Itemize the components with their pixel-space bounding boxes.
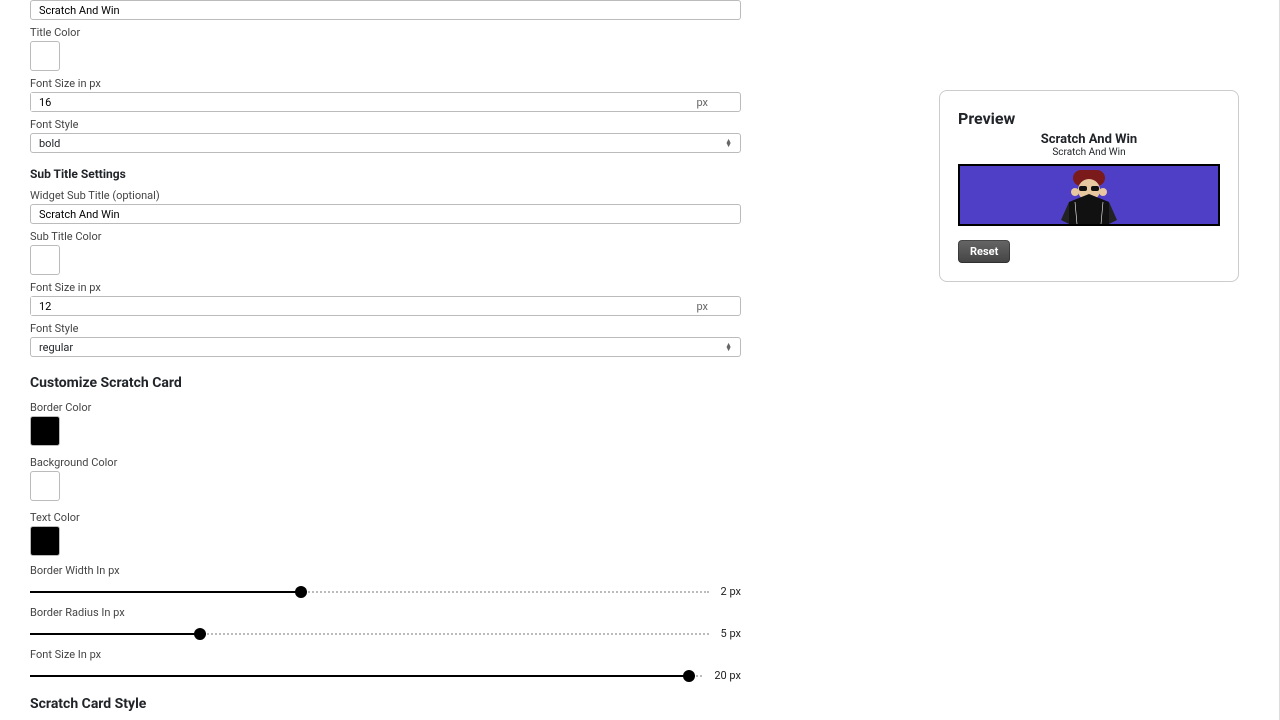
scratch-artwork-icon xyxy=(1039,164,1139,224)
widget-title-input[interactable] xyxy=(30,0,741,20)
border-color-label: Border Color xyxy=(30,401,889,414)
subtitle-font-style-label: Font Style xyxy=(30,322,889,335)
title-font-style-select[interactable]: bold ▲▼ xyxy=(30,133,741,153)
border-radius-slider[interactable] xyxy=(30,633,709,635)
title-font-style-value: bold xyxy=(31,137,740,150)
card-font-size-label: Font Size In px xyxy=(30,648,741,661)
slider-thumb[interactable] xyxy=(194,628,206,640)
title-font-size-input-wrap: px xyxy=(30,92,741,112)
border-width-label: Border Width In px xyxy=(30,564,741,577)
title-font-size-label: Font Size in px xyxy=(30,77,889,90)
subtitle-font-style-select[interactable]: regular ▲▼ xyxy=(30,337,741,357)
preview-canvas xyxy=(958,164,1220,226)
subtitle-font-size-input-wrap: px xyxy=(30,296,741,316)
widget-subtitle-input[interactable] xyxy=(30,204,741,224)
scratch-style-heading: Scratch Card Style xyxy=(30,696,889,712)
card-font-size-slider[interactable] xyxy=(30,675,702,677)
select-chevrons-icon: ▲▼ xyxy=(725,343,732,351)
subtitle-color-swatch[interactable] xyxy=(30,245,60,275)
px-suffix: px xyxy=(696,96,740,109)
border-radius-value: 5 px xyxy=(721,627,741,640)
slider-thumb[interactable] xyxy=(295,586,307,598)
px-suffix: px xyxy=(696,300,740,313)
border-color-swatch[interactable] xyxy=(30,416,60,446)
slider-thumb[interactable] xyxy=(683,670,695,682)
preview-widget-subtitle: Scratch And Win xyxy=(958,147,1220,158)
customize-card-heading: Customize Scratch Card xyxy=(30,375,889,391)
title-font-size-input[interactable] xyxy=(31,93,696,111)
title-color-label: Title Color xyxy=(30,26,889,39)
widget-subtitle-label: Widget Sub Title (optional) xyxy=(30,189,889,202)
title-font-style-label: Font Style xyxy=(30,118,889,131)
settings-panel: Title Color Font Size in px px Font Styl… xyxy=(0,0,919,720)
background-color-label: Background Color xyxy=(30,456,889,469)
background-color-swatch[interactable] xyxy=(30,471,60,501)
reset-button[interactable]: Reset xyxy=(958,240,1010,263)
title-color-swatch[interactable] xyxy=(30,41,60,71)
subtitle-font-style-value: regular xyxy=(31,341,740,354)
border-width-slider[interactable] xyxy=(30,591,709,593)
border-width-value: 2 px xyxy=(721,585,741,598)
text-color-label: Text Color xyxy=(30,511,889,524)
border-radius-label: Border Radius In px xyxy=(30,606,741,619)
preview-heading: Preview xyxy=(958,109,1220,128)
subtitle-color-label: Sub Title Color xyxy=(30,230,889,243)
card-font-size-value: 20 px xyxy=(714,669,741,682)
subtitle-settings-heading: Sub Title Settings xyxy=(30,167,889,181)
text-color-swatch[interactable] xyxy=(30,526,60,556)
select-chevrons-icon: ▲▼ xyxy=(725,139,732,147)
preview-card: Preview Scratch And Win Scratch And Win xyxy=(939,90,1239,282)
subtitle-font-size-input[interactable] xyxy=(31,297,696,315)
subtitle-font-size-label: Font Size in px xyxy=(30,281,889,294)
preview-widget-title: Scratch And Win xyxy=(958,132,1220,147)
